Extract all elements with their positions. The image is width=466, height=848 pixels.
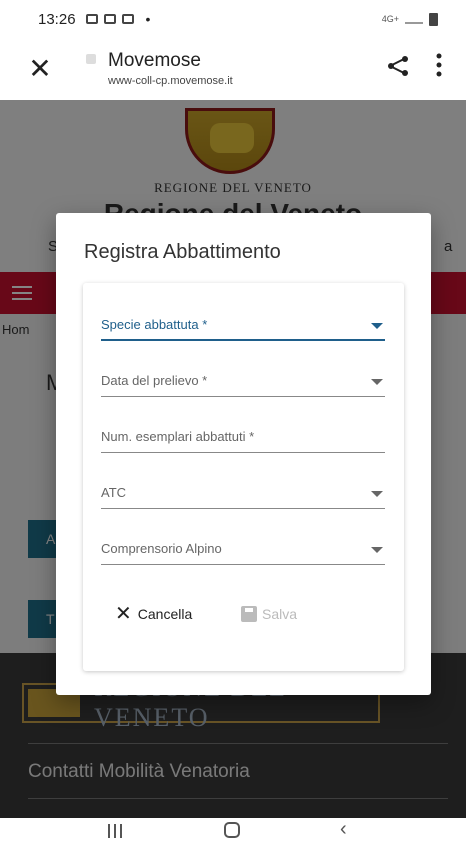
save-button[interactable]: Salva <box>241 599 297 629</box>
notification-dot: • <box>145 11 151 27</box>
data-prelievo-select[interactable]: Data del prelievo * <box>101 361 385 397</box>
save-disk-icon <box>241 606 257 622</box>
gallery-notification-icon <box>85 14 98 24</box>
status-right: 4G+ <box>381 12 438 26</box>
browser-url: www-coll-cp.movemose.it <box>108 75 233 87</box>
cancel-button[interactable]: ✕ Cancella <box>115 599 192 629</box>
close-icon: ✕ <box>115 603 132 625</box>
app-notification-icon <box>121 14 134 24</box>
home-icon[interactable] <box>224 822 240 838</box>
field-label: Data del prelievo * <box>101 373 208 388</box>
close-tab-icon[interactable]: ✕ <box>0 55 80 83</box>
num-esemplari-input[interactable]: Num. esemplari abbattuti * <box>101 417 385 453</box>
dialog-title: Registra Abbattimento <box>84 241 281 263</box>
field-label: Specie abbattuta * <box>101 317 208 332</box>
chevron-down-icon <box>371 379 383 385</box>
media-notification-icon <box>103 14 116 24</box>
more-vert-icon[interactable] <box>436 52 442 78</box>
registra-abbattimento-dialog: Registra Abbattimento Specie abbattuta *… <box>56 213 431 695</box>
save-label: Salva <box>262 606 298 622</box>
battery-icon <box>429 12 438 26</box>
browser-title-block[interactable]: Movemose www-coll-cp.movemose.it <box>108 50 233 87</box>
form-card: Specie abbattuta * Data del prelievo * N… <box>83 283 404 671</box>
chevron-down-icon <box>371 547 383 553</box>
lock-icon <box>86 54 96 64</box>
status-time: 13:26 <box>38 10 76 28</box>
comprensorio-alpino-select[interactable]: Comprensorio Alpino <box>101 529 385 565</box>
chevron-down-icon <box>371 323 383 329</box>
field-label: ATC <box>101 485 127 500</box>
browser-title: Movemose <box>108 50 201 71</box>
network-type: 4G+ <box>381 14 399 24</box>
back-icon[interactable]: ‹ <box>340 818 347 841</box>
signal-icon <box>405 14 423 24</box>
status-bar: 13:26 • 4G+ <box>0 0 466 38</box>
cancel-label: Cancella <box>137 606 193 622</box>
recent-apps-icon[interactable] <box>108 824 122 838</box>
browser-toolbar: ✕ Movemose www-coll-cp.movemose.it <box>0 38 466 100</box>
atc-select[interactable]: ATC <box>101 473 385 509</box>
field-label: Comprensorio Alpino <box>101 541 222 556</box>
chevron-down-icon <box>371 491 383 497</box>
specie-abbattuta-select[interactable]: Specie abbattuta * <box>101 305 385 341</box>
share-icon[interactable] <box>386 54 410 78</box>
system-nav-bar: ‹ <box>0 818 466 848</box>
field-label: Num. esemplari abbattuti * <box>101 429 255 444</box>
